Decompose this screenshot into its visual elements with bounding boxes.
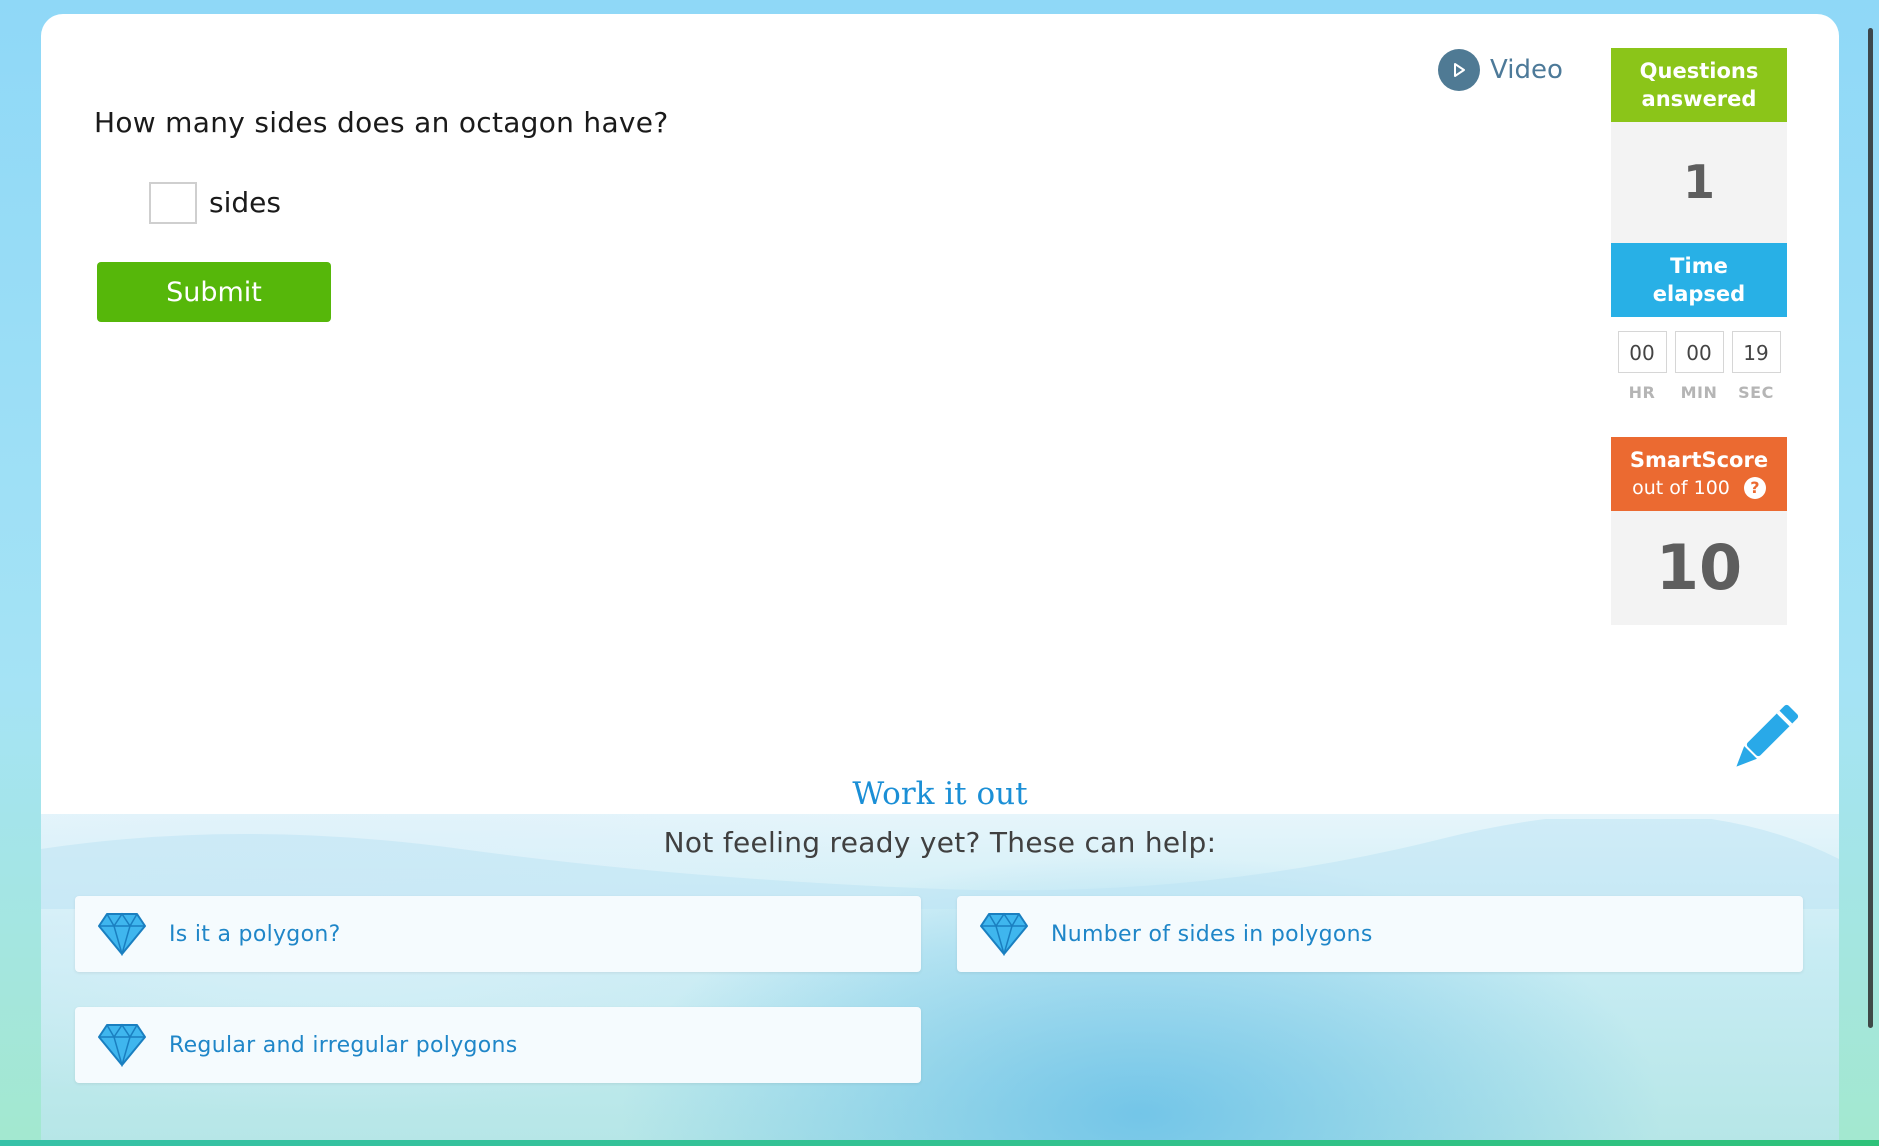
smartscore-sublabel: out of 100: [1632, 477, 1730, 499]
diamond-icon: [980, 912, 1028, 956]
questions-answered-value: 1: [1611, 122, 1787, 243]
skill-link[interactable]: Regular and irregular polygons: [75, 1007, 921, 1083]
question-text: How many sides does an octagon have?: [94, 106, 669, 139]
time-elapsed-value: 00 HR 00 MIN 19 SEC: [1611, 317, 1787, 437]
skill-link[interactable]: Is it a polygon?: [75, 896, 921, 972]
diamond-icon: [98, 1023, 146, 1067]
practice-card: How many sides does an octagon have? sid…: [41, 14, 1839, 1146]
help-icon[interactable]: ?: [1743, 477, 1766, 499]
bottom-bar: [0, 1140, 1879, 1146]
pencil-icon[interactable]: [1721, 696, 1807, 782]
submit-button[interactable]: Submit: [97, 262, 331, 322]
skill-link[interactable]: Number of sides in polygons: [957, 896, 1803, 972]
time-minutes: 00: [1674, 331, 1724, 373]
video-link[interactable]: Video: [1438, 48, 1563, 92]
time-minutes-label: MIN: [1680, 383, 1718, 402]
work-it-out-subtitle: Not feeling ready yet? These can help:: [663, 826, 1217, 859]
time-seconds-label: SEC: [1738, 383, 1774, 402]
skill-label: Is it a polygon?: [169, 921, 341, 947]
time-elapsed-header: Time elapsed: [1611, 243, 1787, 317]
smartscore-header: SmartScore out of 100 ?: [1611, 437, 1787, 511]
questions-answered-header: Questions answered: [1611, 48, 1787, 122]
work-it-out-title: Work it out: [852, 776, 1028, 812]
answer-input[interactable]: [149, 182, 197, 224]
diamond-icon: [98, 912, 146, 956]
time-hours-label: HR: [1628, 383, 1656, 402]
smartscore-value: 10: [1611, 511, 1787, 625]
scrollbar[interactable]: [1868, 28, 1873, 1028]
video-label: Video: [1490, 55, 1563, 85]
answer-unit: sides: [209, 186, 281, 219]
time-seconds: 19: [1731, 331, 1781, 373]
skill-label: Regular and irregular polygons: [169, 1032, 518, 1058]
play-icon: [1438, 49, 1480, 91]
time-hours: 00: [1617, 331, 1667, 373]
stats-panel: Questions answered 1 Time elapsed 00 HR …: [1611, 48, 1787, 625]
skill-label: Number of sides in polygons: [1051, 921, 1373, 947]
